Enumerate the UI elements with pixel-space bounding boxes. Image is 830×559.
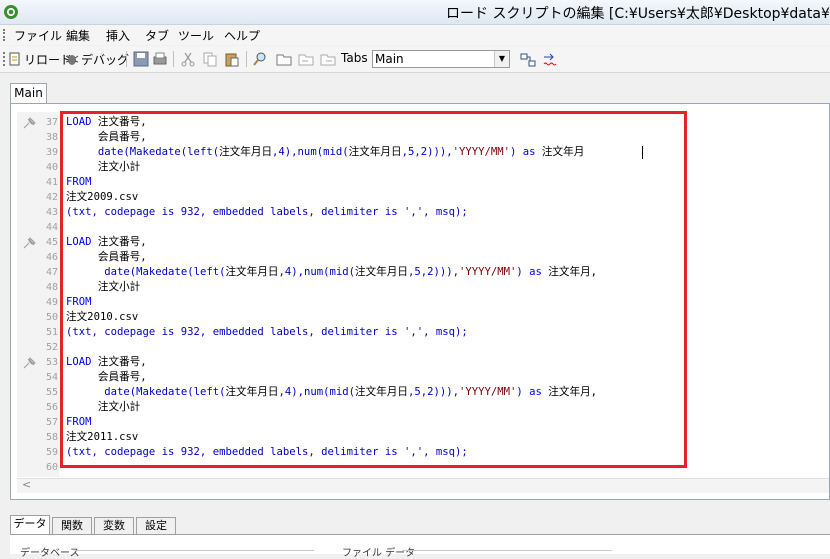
debug-bug-icon bbox=[65, 55, 79, 65]
demote-tab-icon[interactable] bbox=[320, 51, 336, 67]
menu-edit[interactable]: 編集 bbox=[66, 27, 90, 44]
print-icon[interactable] bbox=[152, 51, 168, 67]
line-number: 40 bbox=[45, 162, 58, 173]
cut-icon[interactable] bbox=[180, 51, 196, 67]
line-number: 50 bbox=[45, 312, 58, 323]
menu-tools[interactable]: ツール bbox=[178, 27, 214, 44]
toolbar: リロード デバッグ Tabs Main ▼ bbox=[0, 46, 830, 73]
line-number: 52 bbox=[45, 342, 58, 353]
pin-icon[interactable] bbox=[22, 357, 36, 369]
line-number: 55 bbox=[45, 387, 58, 398]
paste-icon[interactable] bbox=[224, 51, 240, 67]
group-label-file-data: ファイル データ bbox=[342, 548, 416, 559]
tabs-label: Tabs bbox=[341, 51, 368, 65]
line-number: 47 bbox=[45, 267, 58, 278]
highlight-annotation-box bbox=[60, 111, 687, 468]
debug-label: デバッグ bbox=[81, 52, 130, 67]
line-number: 45 bbox=[45, 237, 58, 248]
horizontal-scrollbar[interactable]: < bbox=[17, 478, 829, 493]
menu-bar: ファイル 編集 挿入 タブ ツール ヘルプ bbox=[0, 25, 830, 45]
tab-main[interactable]: Main bbox=[10, 83, 47, 104]
expression-icon[interactable] bbox=[520, 52, 536, 68]
line-number: 37 bbox=[45, 117, 58, 128]
save-icon[interactable] bbox=[133, 51, 149, 67]
toolbar-separator bbox=[173, 51, 174, 67]
new-tab-icon[interactable] bbox=[276, 51, 292, 67]
line-number: 42 bbox=[45, 192, 58, 203]
toolbar-separator bbox=[126, 51, 127, 67]
menubar-grip bbox=[3, 29, 7, 41]
line-number: 59 bbox=[45, 447, 58, 458]
tab-variables[interactable]: 変数 bbox=[94, 517, 134, 534]
line-number: 54 bbox=[45, 372, 58, 383]
title-bar: ロード スクリプトの編集 [C:¥Users¥太郎¥Desktop¥data¥数 bbox=[0, 0, 830, 25]
menu-help[interactable]: ヘルプ bbox=[224, 27, 260, 44]
promote-tab-icon[interactable] bbox=[298, 51, 314, 67]
group-label-database: データベース bbox=[20, 548, 80, 559]
qlikview-app-icon bbox=[4, 5, 18, 19]
line-number: 58 bbox=[45, 432, 58, 443]
tab-data[interactable]: データ bbox=[10, 515, 50, 534]
group-divider bbox=[74, 550, 314, 551]
line-number: 44 bbox=[45, 222, 58, 233]
syntax-check-icon[interactable] bbox=[543, 52, 559, 68]
line-number: 41 bbox=[45, 177, 58, 188]
line-number: 46 bbox=[45, 252, 58, 263]
line-number: 49 bbox=[45, 297, 58, 308]
tab-functions[interactable]: 関数 bbox=[52, 517, 92, 534]
debug-button[interactable]: デバッグ bbox=[64, 50, 129, 68]
line-number: 53 bbox=[45, 357, 58, 368]
line-number: 38 bbox=[45, 132, 58, 143]
menu-file[interactable]: ファイル bbox=[14, 27, 62, 44]
toolbar-grip bbox=[3, 52, 5, 66]
menu-insert[interactable]: 挿入 bbox=[106, 27, 130, 44]
line-number: 48 bbox=[45, 282, 58, 293]
line-number: 57 bbox=[45, 417, 58, 428]
copy-icon[interactable] bbox=[202, 51, 218, 67]
scroll-left-icon[interactable]: < bbox=[22, 478, 31, 491]
window-title: ロード スクリプトの編集 [C:¥Users¥太郎¥Desktop¥data¥数 bbox=[446, 6, 830, 22]
tab-settings[interactable]: 設定 bbox=[136, 517, 176, 534]
chevron-down-icon: ▼ bbox=[494, 51, 509, 67]
find-icon[interactable] bbox=[252, 51, 268, 67]
line-number: 39 bbox=[45, 147, 58, 158]
tab-select-dropdown[interactable]: Main ▼ bbox=[372, 50, 510, 68]
tab-select-value: Main bbox=[375, 52, 404, 66]
pin-icon[interactable] bbox=[22, 117, 36, 129]
line-number: 56 bbox=[45, 402, 58, 413]
line-number: 51 bbox=[45, 327, 58, 338]
group-divider bbox=[402, 550, 612, 551]
reload-button[interactable]: リロード bbox=[8, 50, 72, 68]
line-number: 43 bbox=[45, 207, 58, 218]
menu-tab[interactable]: タブ bbox=[145, 27, 169, 44]
reload-icon bbox=[9, 52, 20, 66]
line-number: 60 bbox=[45, 462, 58, 473]
pin-icon[interactable] bbox=[22, 237, 36, 249]
toolbar-separator bbox=[246, 51, 247, 67]
